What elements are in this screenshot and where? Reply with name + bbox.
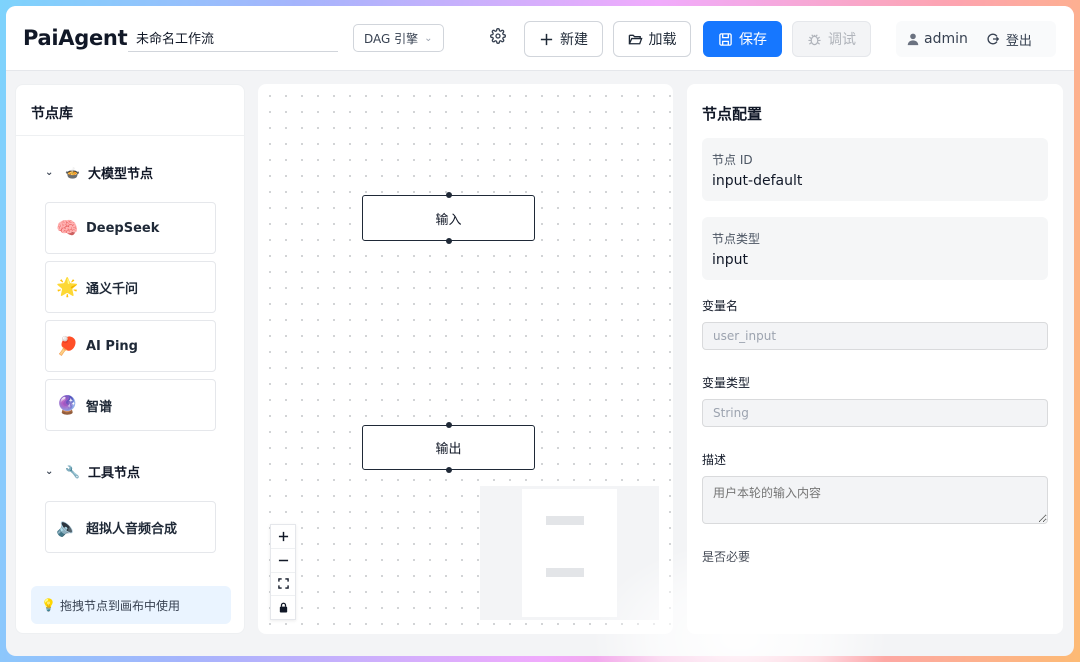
speaker-icon: 🔈 — [56, 516, 79, 538]
node-id-value: input-default — [712, 173, 803, 189]
node-type-box: 节点类型 input — [702, 217, 1048, 280]
fit-view-button[interactable] — [271, 573, 295, 597]
var-name-label: 变量名 — [702, 299, 739, 313]
logout-icon — [987, 33, 1000, 45]
node-item-tongyi[interactable]: 🌟 通义千问 — [45, 261, 216, 313]
fit-view-icon — [277, 578, 289, 590]
node-type-label: 节点类型 — [712, 232, 761, 246]
zoom-out-button[interactable] — [271, 549, 295, 573]
minimap[interactable] — [480, 486, 659, 620]
wrench-icon: 🔧 — [65, 464, 80, 479]
brain-icon: 🧠 — [56, 217, 79, 239]
app-window: PaiAgent DAG 引擎 ⌄ 新建 加载 保存 调试 admin — [6, 6, 1074, 656]
category-llm[interactable]: ⌄ 🍲 大模型节点 — [45, 163, 153, 183]
chevron-down-icon: ⌄ — [45, 167, 54, 178]
app-logo: PaiAgent — [23, 26, 128, 50]
node-item-label: 通义千问 — [86, 281, 139, 297]
star-icon: 🌟 — [56, 276, 79, 298]
plus-icon — [540, 33, 553, 45]
var-type-input[interactable] — [702, 399, 1048, 427]
engine-select[interactable]: DAG 引擎 ⌄ — [353, 24, 444, 52]
node-handle-bottom[interactable] — [445, 467, 452, 473]
flow-canvas[interactable]: 输入 输出 — [258, 84, 673, 634]
crystal-ball-icon: 🔮 — [56, 394, 79, 416]
lightbulb-icon: 💡 — [41, 598, 56, 612]
folder-open-icon — [628, 34, 643, 44]
node-id-label: 节点 ID — [712, 153, 753, 167]
flow-node-label: 输入 — [435, 212, 462, 228]
minus-icon — [278, 559, 288, 561]
debug-button[interactable]: 调试 — [792, 21, 871, 57]
bug-icon — [808, 33, 821, 45]
node-handle-top[interactable] — [445, 422, 452, 428]
engine-select-label: DAG 引擎 — [364, 31, 419, 46]
category-tools[interactable]: ⌄ 🔧 工具节点 — [45, 462, 140, 482]
node-handle-top[interactable] — [445, 192, 452, 198]
workflow-name-input[interactable] — [128, 24, 338, 52]
lock-icon — [279, 602, 287, 613]
plus-icon — [278, 531, 288, 541]
panel-title: 节点配置 — [702, 105, 763, 123]
node-handle-bottom[interactable] — [445, 238, 452, 244]
zoom-in-button[interactable] — [271, 525, 295, 549]
minimap-viewport[interactable] — [522, 489, 617, 617]
node-item-label: DeepSeek — [86, 220, 160, 236]
flow-node-label: 输出 — [435, 442, 462, 457]
logout-label: 登出 — [1005, 33, 1032, 49]
flow-node-input[interactable]: 输入 — [362, 192, 535, 244]
node-id-box: 节点 ID input-default — [702, 138, 1048, 201]
description-label: 描述 — [702, 453, 727, 467]
minimap-node — [546, 516, 584, 525]
node-item-aiping[interactable]: 🏓 AI Ping — [45, 320, 216, 372]
user-box: admin 登出 — [896, 21, 1056, 57]
load-button-label: 加载 — [648, 32, 677, 48]
node-item-label: 超拟人音频合成 — [86, 521, 178, 537]
drag-tip: 💡 拖拽节点到画布中使用 — [31, 586, 231, 624]
user-icon — [907, 33, 919, 46]
drag-tip-text: 拖拽节点到画布中使用 — [59, 598, 180, 613]
category-llm-label: 大模型节点 — [87, 167, 153, 182]
node-item-audio-synthesis[interactable]: 🔈 超拟人音频合成 — [45, 501, 216, 553]
minimap-node — [546, 568, 584, 577]
save-icon — [719, 32, 732, 46]
node-item-deepseek[interactable]: 🧠 DeepSeek — [45, 202, 216, 254]
load-button[interactable]: 加载 — [613, 21, 691, 57]
divider — [16, 135, 244, 136]
var-type-label: 变量类型 — [702, 376, 751, 390]
ping-pong-icon: 🏓 — [56, 335, 79, 357]
user-name: admin — [924, 31, 968, 47]
top-toolbar: PaiAgent DAG 引擎 ⌄ 新建 加载 保存 调试 admin — [6, 6, 1074, 71]
node-library: 节点库 ⌄ 🍲 大模型节点 🧠 DeepSeek 🌟 通义千问 🏓 AI Pin… — [15, 84, 245, 634]
lock-button[interactable] — [271, 596, 295, 619]
logout-button[interactable]: 登出 — [986, 30, 1032, 49]
node-config-panel: 节点配置 节点 ID input-default 节点类型 input 变量名 … — [687, 84, 1063, 634]
node-type-value: input — [712, 252, 749, 268]
save-button-label: 保存 — [739, 32, 767, 48]
new-button[interactable]: 新建 — [524, 21, 603, 57]
new-button-label: 新建 — [560, 32, 588, 48]
node-library-title: 节点库 — [31, 106, 73, 122]
node-item-label: 智谱 — [86, 399, 113, 415]
save-button[interactable]: 保存 — [703, 21, 782, 57]
canvas-controls — [270, 524, 296, 620]
node-item-zhipu[interactable]: 🔮 智谱 — [45, 379, 216, 431]
user-menu[interactable]: admin — [906, 31, 968, 47]
chevron-down-icon: ⌄ — [424, 32, 433, 44]
debug-button-label: 调试 — [828, 32, 856, 48]
category-tools-label: 工具节点 — [87, 466, 140, 481]
node-item-label: AI Ping — [86, 338, 138, 354]
description-textarea[interactable] — [702, 476, 1048, 524]
required-label: 是否必要 — [702, 550, 751, 564]
flow-node-output[interactable]: 输出 — [362, 422, 535, 473]
var-name-input[interactable] — [702, 322, 1048, 350]
llm-pot-icon: 🍲 — [65, 165, 80, 180]
gear-icon[interactable] — [490, 28, 510, 48]
chevron-down-icon: ⌄ — [45, 466, 54, 477]
